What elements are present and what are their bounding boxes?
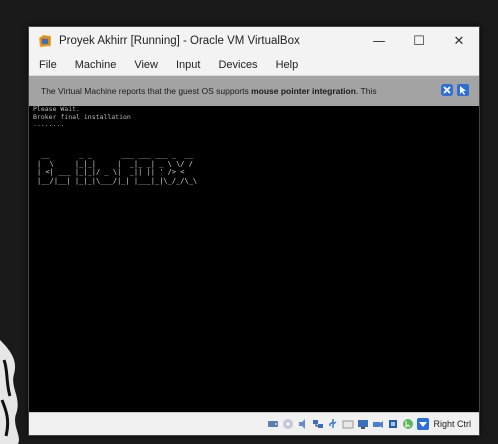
banner-line: | \ |_|_| | _|_ _| _ \ \/ /	[37, 159, 193, 168]
host-key-label: Right Ctrl	[433, 419, 471, 429]
banner-line: |__/|__| |_|_|\___/|_| |___|_|\_/_/\_\	[37, 176, 198, 185]
notice-text-bold: mouse pointer integration	[251, 86, 356, 96]
menu-bar: File Machine View Input Devices Help	[29, 55, 479, 76]
close-window-button[interactable]: ✕	[439, 27, 479, 55]
video-capture-icon[interactable]	[372, 418, 384, 430]
shared-folders-icon[interactable]	[342, 418, 354, 430]
display-icon[interactable]	[357, 418, 369, 430]
minimize-button[interactable]: —	[359, 27, 399, 55]
host-key-icon[interactable]	[417, 418, 430, 430]
cpu-icon[interactable]	[387, 418, 399, 430]
virtualbox-window: Proyek Akhirr [Running] - Oracle VM Virt…	[28, 26, 480, 436]
console-line: ........	[33, 120, 65, 128]
banner-line: | <| ___ |_|_|/ _ \| _|| || ' /> <	[37, 168, 189, 176]
optical-drive-icon[interactable]	[282, 418, 294, 430]
mouse-pointer-icon[interactable]	[457, 84, 469, 96]
network-icon[interactable]	[312, 418, 324, 430]
notice-message: The Virtual Machine reports that the gue…	[41, 86, 377, 96]
banner-line: __ _ _ ___ ___ ___ _ __	[37, 151, 193, 159]
mouse-integration-icon[interactable]	[402, 418, 414, 430]
ascii-banner: __ _ _ ___ ___ ___ _ __ | \ |_|_| | _|_ …	[37, 151, 197, 185]
title-bar[interactable]: Proyek Akhirr [Running] - Oracle VM Virt…	[29, 27, 479, 55]
menu-devices[interactable]: Devices	[209, 59, 266, 71]
virtualbox-app-icon	[37, 33, 53, 49]
menu-machine[interactable]: Machine	[66, 59, 126, 71]
usb-icon[interactable]	[327, 418, 339, 430]
audio-icon[interactable]	[297, 418, 309, 430]
menu-file[interactable]: File	[29, 59, 66, 71]
menu-help[interactable]: Help	[267, 59, 308, 71]
console-output: Please Wait. Broker final installation .…	[33, 105, 131, 129]
close-notice-icon[interactable]	[441, 84, 453, 96]
mouse-integration-notice: The Virtual Machine reports that the gue…	[29, 76, 479, 106]
menu-input[interactable]: Input	[167, 59, 209, 71]
maximize-button[interactable]: ☐	[399, 27, 439, 55]
vm-screen[interactable]: Please Wait. Broker final installation .…	[29, 105, 479, 413]
notice-text-before: The Virtual Machine reports that the gue…	[41, 86, 252, 96]
notice-text-after: . This	[355, 86, 377, 96]
menu-view[interactable]: View	[125, 59, 167, 71]
window-title: Proyek Akhirr [Running] - Oracle VM Virt…	[59, 35, 300, 47]
hard-disk-icon[interactable]	[267, 418, 279, 430]
status-bar: Right Ctrl	[29, 412, 479, 435]
